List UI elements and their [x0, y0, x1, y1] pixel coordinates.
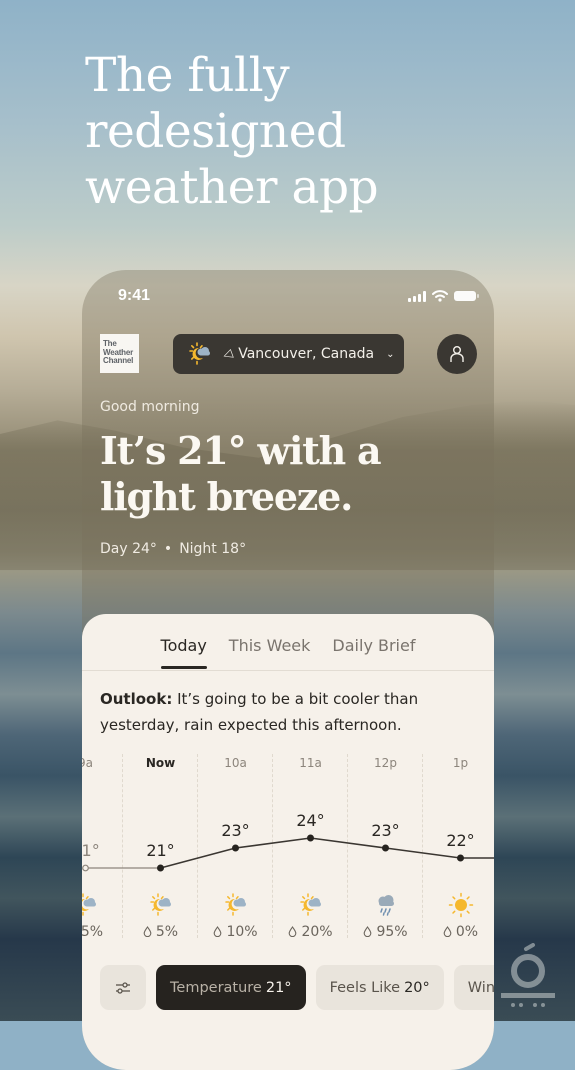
filter-button[interactable]	[100, 965, 146, 1010]
precip-value: 10%	[226, 924, 258, 940]
tab-today[interactable]: Today	[160, 636, 208, 669]
chevron-down-icon: ⌄	[386, 348, 395, 360]
forecast-tabs: Today This Week Daily Brief	[82, 636, 494, 669]
hour-column[interactable]: 12p 95%	[348, 748, 423, 944]
chip-label: Feels Like	[329, 979, 401, 996]
chip-feels-like[interactable]: Feels Like 20°	[315, 965, 444, 1010]
raindrop-icon	[288, 924, 301, 940]
rain-icon	[378, 895, 394, 916]
precip-chance: 0%	[423, 924, 494, 940]
user-icon	[450, 346, 464, 362]
partly-sunny-icon	[149, 893, 171, 916]
location-arrow-icon: ◁	[220, 345, 235, 363]
chip-temperature[interactable]: Temperature 21°	[156, 965, 306, 1010]
greeting: Good morning	[100, 399, 200, 415]
hour-label: 12p	[374, 756, 397, 770]
precip-value: 95%	[376, 924, 408, 940]
day-night-temps: Day 24° • Night 18°	[100, 541, 246, 557]
precip-chance: 5%	[82, 924, 123, 940]
raindrop-icon	[143, 924, 156, 940]
tabs-divider	[82, 670, 494, 671]
precip-value: 5%	[155, 924, 179, 940]
profile-button[interactable]	[437, 334, 477, 374]
precip-chance: 10%	[198, 924, 273, 940]
chip-value: 20°	[404, 979, 430, 996]
precip-value: 20%	[301, 924, 333, 940]
outlook-text: Outlook: It’s going to be a bit cooler t…	[100, 686, 460, 738]
hour-column[interactable]: 9a 5%	[82, 748, 123, 944]
chip-value: 21°	[265, 979, 292, 996]
partly-sunny-icon	[224, 893, 246, 916]
partly-sunny-icon	[299, 893, 321, 916]
hourly-forecast[interactable]: 9a5%Now5%10a10%11a20%12p95%1p0%21°21°23°…	[82, 748, 494, 958]
outlook-label: Outlook:	[100, 690, 173, 708]
hour-column[interactable]: Now 5%	[123, 748, 198, 944]
partly-sunny-icon	[189, 342, 210, 365]
forecast-sheet: Today This Week Daily Brief Outlook: It’…	[82, 614, 494, 1070]
hour-label: 11a	[299, 756, 322, 770]
chip-label: Temperature	[170, 979, 262, 996]
wifi-icon	[432, 290, 448, 302]
chip-label: Wind	[467, 979, 494, 996]
hour-column[interactable]: 11a 20%	[273, 748, 348, 944]
location-selector[interactable]: ◁ Vancouver, Canada ⌄	[173, 334, 404, 374]
raindrop-icon	[443, 924, 456, 940]
precip-chance: 95%	[348, 924, 423, 940]
phone-mockup: 9:41 The Weather Channel ◁ Vancouver, Ca…	[82, 270, 494, 1070]
tab-this-week[interactable]: This Week	[229, 636, 311, 669]
battery-icon	[454, 291, 479, 301]
hour-label: 1p	[452, 756, 469, 770]
hour-label: Now	[145, 756, 176, 770]
chip-wind[interactable]: Wind	[453, 965, 494, 1010]
sliders-icon	[116, 981, 130, 994]
separator-dot: •	[163, 541, 173, 557]
tab-daily-brief[interactable]: Daily Brief	[332, 636, 415, 669]
raindrop-icon	[213, 924, 226, 940]
signal-icon	[408, 290, 426, 302]
status-icons	[408, 290, 479, 302]
hour-column[interactable]: 10a 10%	[198, 748, 273, 944]
sunny-icon	[448, 892, 473, 918]
precip-chance: 5%	[123, 924, 198, 940]
metric-chips: Temperature21° Feels Like20° Wind	[100, 965, 494, 1010]
status-time: 9:41	[118, 287, 151, 304]
night-temp: Night 18°	[179, 541, 247, 557]
hero-title: The fully redesigned weather app	[85, 48, 379, 215]
precip-value: 0%	[455, 924, 479, 940]
location-name: Vancouver, Canada	[238, 346, 375, 362]
precip-chance: 20%	[273, 924, 348, 940]
hour-label: 9a	[82, 756, 93, 770]
watermark-logo	[501, 943, 555, 1007]
raindrop-icon	[363, 924, 376, 940]
hour-label: 10a	[224, 756, 247, 770]
precip-value: 5%	[82, 924, 104, 940]
day-temp: Day 24°	[100, 541, 157, 557]
current-conditions-headline: It’s 21° with a light breeze.	[100, 428, 382, 519]
partly-sunny-icon	[82, 893, 96, 916]
weather-channel-logo[interactable]: The Weather Channel	[100, 334, 139, 373]
hour-column[interactable]: 1p 0%	[423, 748, 494, 944]
status-bar: 9:41	[82, 270, 494, 320]
